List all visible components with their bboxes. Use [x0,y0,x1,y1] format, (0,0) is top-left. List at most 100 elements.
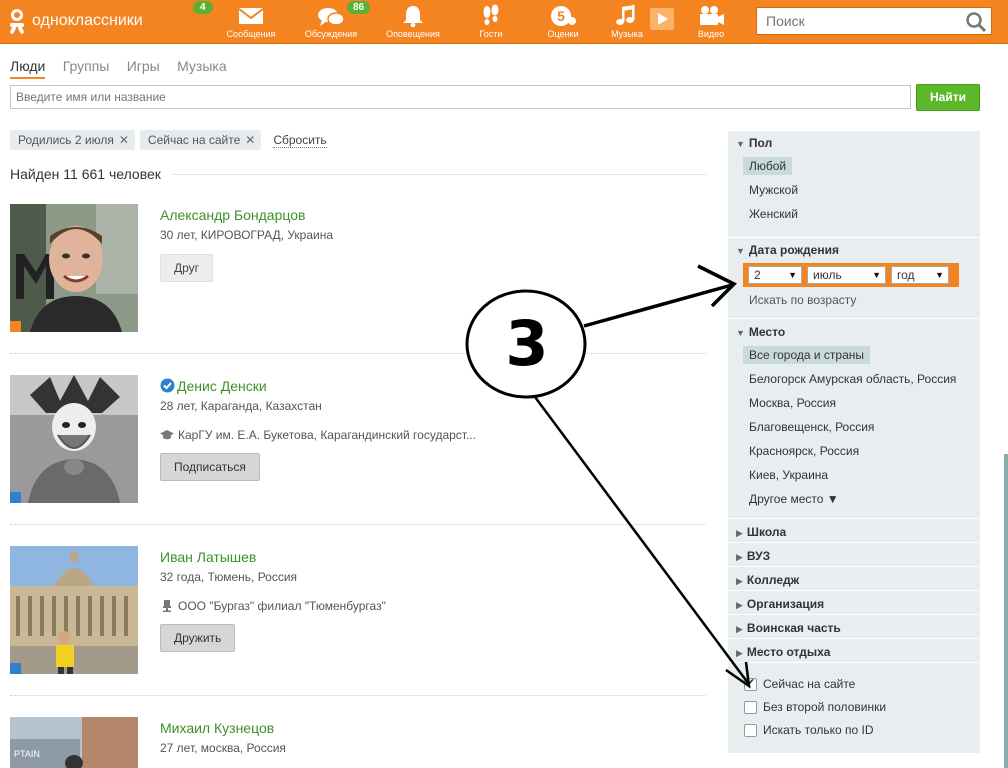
chevron-down-icon: ▼ [872,270,881,280]
place-option[interactable]: Все города и страны [743,346,871,364]
person-name[interactable]: Александр Бондарцов [160,207,305,223]
gender-section-header[interactable]: ▼ Пол [736,136,772,150]
nav-notifications[interactable]: Оповещения [380,0,446,44]
tab-games[interactable]: Игры [127,58,160,77]
nav-guests[interactable]: Гости [458,0,524,44]
section-title: Дата рождения [748,243,839,257]
triangle-right-icon: ▶ [736,528,743,538]
status-badge [10,663,21,674]
avatar[interactable] [10,546,138,674]
online-now-checkbox[interactable] [744,676,757,691]
svg-text:5: 5 [557,8,565,24]
gender-option-any[interactable]: Любой [743,157,793,175]
section-title: Воинская часть [746,621,841,635]
nav-label: Обсуждения [304,29,358,39]
single-checkbox[interactable] [744,700,757,714]
nav-label: Гости [479,29,503,39]
vacation-section-header[interactable]: ▶ Место отдыха [736,645,830,659]
nav-label: Видео [697,29,725,39]
search-by-id-checkbox[interactable] [744,723,757,737]
single-checkbox-row[interactable]: Без второй половинки [744,700,886,714]
logo-text: одноклассники [32,12,143,29]
section-title: Колледж [746,573,800,587]
music-note-icon [616,5,635,25]
month-select[interactable]: июль ▼ [807,266,886,284]
search-by-id-checkbox-row[interactable]: Искать только по ID [744,723,874,737]
chip-label: Сейчас на сайте [147,133,241,147]
nav-video[interactable]: Видео [678,0,744,44]
reset-filters-link[interactable]: Сбросить [273,133,327,148]
annotation-number: 3 [505,307,549,380]
month-value: июль [813,268,842,282]
online-now-checkbox-row[interactable]: Сейчас на сайте [744,676,855,691]
header-search-input[interactable] [757,8,957,34]
friend-button[interactable]: Друг [160,254,214,282]
avatar[interactable]: PTAIN [10,717,138,768]
filter-chip-birthday: Родились 2 июля ✕ [10,130,135,150]
triangle-down-icon: ▼ [736,246,745,256]
nav-ratings[interactable]: 5 Оценки [530,0,596,44]
other-place-link[interactable]: Другое место ▼ [743,490,845,508]
chat-bubbles-icon [318,8,345,26]
day-select[interactable]: 2 ▼ [748,266,802,284]
checkbox-label: Без второй половинки [763,700,887,714]
results-count: Найден 11 661 человек [10,166,706,182]
university-section-header[interactable]: ▶ ВУЗ [736,549,770,563]
tab-groups[interactable]: Группы [63,58,110,77]
place-section-header[interactable]: ▼ Место [736,325,785,339]
nav-messages[interactable]: Сообщения [218,0,284,44]
people-search-input[interactable] [11,86,910,108]
filter-sidebar: ▼ Пол Любой Мужской Женский ▼ Дата рождени… [728,131,980,753]
organization-section-header[interactable]: ▶ Организация [736,597,824,611]
search-tabs: Люди Группы Игры Музыка [10,58,241,80]
person-work: ООО "Бургаз" филиал "Тюменбургаз" [160,599,386,613]
search-icon[interactable] [965,11,987,33]
checkbox-label: Искать только по ID [763,723,874,737]
person-name[interactable]: Денис Денски [160,378,267,394]
avatar[interactable] [10,375,138,503]
place-option[interactable]: Белогорск Амурская область, Россия [743,370,962,388]
person-meta: 27 лет, москва, Россия [160,741,286,755]
triangle-right-icon: ▶ [736,624,743,634]
year-value: год [897,268,915,282]
logo[interactable]: одноклассники [8,6,143,36]
tab-music[interactable]: Музыка [177,58,227,77]
tab-people[interactable]: Люди [10,58,46,79]
search-by-age-link[interactable]: Искать по возрасту [743,291,862,309]
add-friend-button[interactable]: Дружить [160,624,236,652]
place-option[interactable]: Киев, Украина [743,466,834,484]
play-icon [658,13,668,25]
person-name[interactable]: Михаил Кузнецов [160,720,274,736]
triangle-down-icon: ▼ [736,328,745,338]
birthday-selects: 2 ▼ июль ▼ год ▼ [743,263,959,287]
birthday-section-header[interactable]: ▼ Дата рождения [736,243,839,257]
place-option[interactable]: Красноярск, Россия [743,442,865,460]
section-title: Пол [748,136,773,150]
place-option[interactable]: Благовещенск, Россия [743,418,880,436]
place-option[interactable]: Москва, Россия [743,394,842,412]
status-badge [10,321,21,332]
logo-badge: 4 [193,1,213,14]
find-button[interactable]: Найти [916,84,980,111]
chevron-down-icon: ▼ [788,270,797,280]
avatar[interactable] [10,204,138,332]
divider [728,590,980,591]
chip-remove-icon[interactable]: ✕ [245,133,255,147]
subscribe-button[interactable]: Подписаться [160,453,260,481]
svg-text:PTAIN: PTAIN [14,749,40,759]
year-select[interactable]: год ▼ [891,266,949,284]
college-section-header[interactable]: ▶ Колледж [736,573,799,587]
gender-option-male[interactable]: Мужской [743,181,804,199]
nav-label: Оповещения [386,29,440,39]
triangle-right-icon: ▶ [736,576,743,586]
person-name[interactable]: Иван Латышев [160,549,256,565]
triangle-right-icon: ▶ [736,552,743,562]
chip-remove-icon[interactable]: ✕ [119,133,129,147]
school-section-header[interactable]: ▶ Школа [736,525,786,539]
play-button[interactable] [650,8,674,30]
office-chair-icon [163,600,171,612]
gender-option-female[interactable]: Женский [743,205,804,223]
military-section-header[interactable]: ▶ Воинская часть [736,621,841,635]
section-title: Место отдыха [746,645,831,659]
filter-chip-online: Сейчас на сайте ✕ [139,130,262,150]
